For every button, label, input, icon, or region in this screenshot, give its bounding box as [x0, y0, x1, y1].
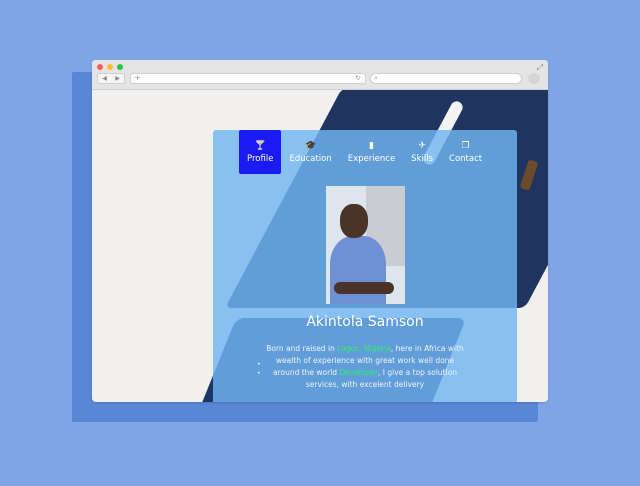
maximize-dot[interactable] — [117, 64, 123, 70]
id-card-icon: ▮ — [368, 140, 374, 151]
close-dot[interactable] — [97, 64, 103, 70]
minimize-dot[interactable] — [107, 64, 113, 70]
browser-toolbar: ⤢ ◀ ▶ + ↻ ⌕ — [92, 60, 548, 90]
nav-education-label: Education — [289, 153, 332, 164]
forward-icon[interactable]: ▶ — [115, 75, 120, 82]
search-icon: ⌕ — [374, 74, 378, 82]
nav-experience-label: Experience — [347, 153, 396, 164]
plane-icon: ✈ — [418, 140, 426, 151]
profile-photo — [326, 186, 405, 304]
nav-profile-label: Profile — [247, 153, 274, 164]
new-tab-icon[interactable]: + — [134, 73, 141, 82]
graduation-cap-icon: 🎓 — [304, 140, 317, 151]
nav-contact-label: Contact — [449, 153, 483, 164]
extension-icon[interactable] — [528, 73, 540, 84]
main-nav: 🍸 Profile 🎓 Education ▮ Experience ✈ Ski… — [239, 130, 490, 174]
nav-skills-label: Skills — [411, 153, 434, 164]
bio-role-link[interactable]: Developer — [339, 368, 378, 377]
profile-bio: Born and raised in Lagos, Nigeria, here … — [266, 344, 464, 389]
profile-panel: 🍸 Profile 🎓 Education ▮ Experience ✈ Ski… — [213, 130, 517, 402]
copy-icon: ❐ — [461, 140, 470, 151]
window-controls — [97, 64, 123, 70]
bio-bullets: • • — [257, 361, 261, 377]
back-icon[interactable]: ◀ — [102, 75, 107, 82]
nav-education[interactable]: 🎓 Education — [281, 130, 339, 174]
nav-profile[interactable]: 🍸 Profile — [239, 130, 282, 174]
reload-icon[interactable]: ↻ — [355, 74, 361, 82]
browser-search-field[interactable]: ⌕ — [370, 73, 522, 84]
page-content: 🍸 Profile 🎓 Education ▮ Experience ✈ Ski… — [92, 90, 548, 402]
history-buttons: ◀ ▶ — [97, 73, 125, 84]
cocktail-icon: 🍸 — [254, 140, 266, 151]
bio-location-link[interactable]: Lagos, Nigeria — [337, 344, 391, 353]
profile-name: Akintola Samson — [306, 314, 424, 330]
nav-contact[interactable]: ❐ Contact — [441, 130, 490, 174]
fullscreen-icon[interactable]: ⤢ — [537, 63, 543, 73]
nav-skills[interactable]: ✈ Skills — [403, 130, 441, 174]
nav-experience[interactable]: ▮ Experience — [340, 130, 403, 174]
browser-window: ⤢ ◀ ▶ + ↻ ⌕ 🍸 Profile 🎓 Education ▮ Expe… — [92, 60, 548, 402]
address-bar[interactable]: + ↻ — [130, 73, 366, 84]
